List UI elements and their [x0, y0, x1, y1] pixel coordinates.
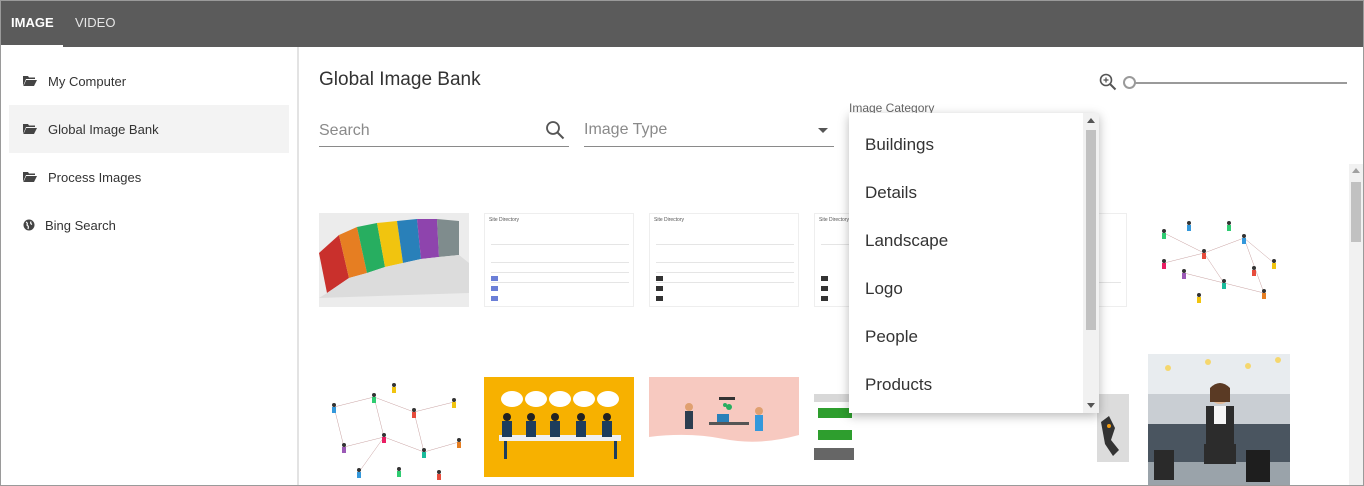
europe-map-image	[1097, 392, 1129, 462]
process-diagram-image	[814, 392, 854, 462]
thumbnail-businesswoman-photo[interactable]	[1148, 354, 1290, 485]
people-network-image	[1162, 221, 1276, 303]
grid-scrollbar-thumb[interactable]	[1351, 182, 1361, 242]
people-network-image	[332, 383, 461, 480]
scroll-up-icon[interactable]	[1352, 168, 1360, 173]
dropdown-option-people[interactable]: People	[849, 313, 1083, 361]
dropdown-scrollbar-thumb[interactable]	[1086, 130, 1096, 330]
chevron-down-icon	[818, 128, 828, 133]
image-type-placeholder: Image Type	[584, 121, 668, 138]
source-sidebar: My Computer Global Image Bank Process Im…	[1, 47, 299, 485]
dropdown-option-buildings[interactable]: Buildings	[849, 121, 1083, 169]
meeting-illustration-image	[484, 377, 634, 477]
thumbnail-site-directory-1[interactable]: Site Directory	[484, 213, 634, 307]
scroll-up-icon[interactable]	[1087, 118, 1095, 123]
search-input[interactable]	[319, 119, 539, 143]
businesswoman-photo-image	[1148, 354, 1290, 485]
sidebar-item-label: Bing Search	[45, 217, 116, 233]
dropdown-option-logo[interactable]: Logo	[849, 265, 1083, 313]
sidebar-item-bing-search[interactable]: Bing Search	[9, 201, 289, 249]
zoom-slider[interactable]	[1123, 75, 1349, 89]
dropdown-option-landscape[interactable]: Landscape	[849, 217, 1083, 265]
zoom-slider-track	[1135, 82, 1347, 84]
dropdown-option-products[interactable]: Products	[849, 361, 1083, 409]
sidebar-item-label: Global Image Bank	[48, 121, 159, 137]
sidebar-item-label: My Computer	[48, 73, 127, 89]
thumbnail-site-directory-3[interactable]: Site Directory	[814, 213, 854, 307]
folder-open-icon	[23, 75, 37, 87]
thumbnail-meeting-illustration[interactable]	[484, 377, 634, 477]
zoom-slider-thumb[interactable]	[1123, 76, 1136, 89]
thumbnail-process-diagram[interactable]	[814, 392, 854, 462]
app-frame: IMAGE VIDEO My Computer Global Image Ban…	[0, 0, 1364, 486]
folder-open-icon	[23, 171, 37, 183]
search-field	[319, 115, 569, 147]
tab-image[interactable]: IMAGE	[1, 1, 63, 47]
mini-site-directory-title: Site Directory	[654, 217, 685, 223]
sidebar-item-process-images[interactable]: Process Images	[9, 153, 289, 201]
thumbnail-site-directory-2[interactable]: Site Directory	[649, 213, 799, 307]
thumbnail-office-illustration[interactable]	[649, 377, 799, 457]
dropdown-scrollbar[interactable]	[1083, 113, 1099, 413]
grid-scrollbar[interactable]	[1349, 164, 1363, 485]
mini-site-directory-title: Site Directory	[819, 217, 850, 223]
thumbnail-books[interactable]	[319, 213, 469, 307]
sidebar-item-global-image-bank[interactable]: Global Image Bank	[9, 105, 289, 153]
thumbnail-people-network-2[interactable]	[319, 377, 469, 482]
thumbnail-europe-map[interactable]	[1097, 392, 1129, 462]
image-type-select[interactable]: Image Type	[584, 115, 834, 147]
thumbnail-site-directory-4[interactable]	[1097, 213, 1127, 307]
folder-open-icon	[23, 123, 37, 135]
media-tab-bar: IMAGE VIDEO	[1, 1, 1363, 47]
image-bank-panel: Global Image Bank Image Type Image Categ…	[301, 47, 1363, 485]
sidebar-item-my-computer[interactable]: My Computer	[9, 57, 289, 105]
globe-icon	[23, 219, 35, 231]
dropdown-option-details[interactable]: Details	[849, 169, 1083, 217]
thumbnail-people-network-1[interactable]	[1144, 213, 1290, 307]
scroll-down-icon[interactable]	[1087, 403, 1095, 408]
office-illustration-image	[649, 377, 799, 457]
zoom-in-icon[interactable]	[1099, 73, 1117, 91]
page-title: Global Image Bank	[319, 69, 481, 90]
tab-video[interactable]: VIDEO	[65, 1, 123, 47]
books-image	[319, 213, 469, 307]
search-icon[interactable]	[545, 120, 565, 140]
mini-site-directory-title: Site Directory	[489, 217, 520, 223]
sidebar-item-label: Process Images	[48, 169, 142, 185]
image-category-dropdown[interactable]: Buildings Details Landscape Logo People …	[849, 113, 1099, 413]
